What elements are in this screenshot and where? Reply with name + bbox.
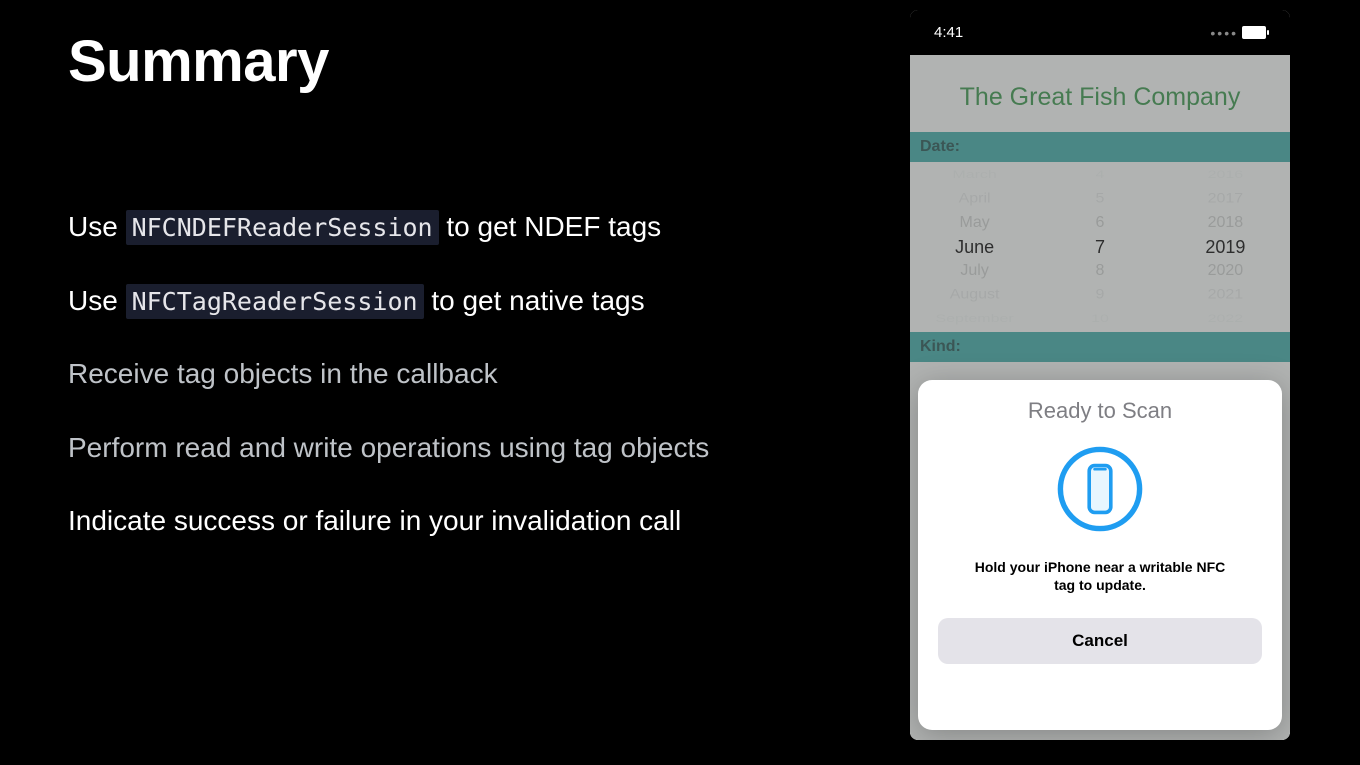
bullet-item: Perform read and write operations using … [68, 431, 868, 465]
signal-dots-icon: •••• [1210, 25, 1238, 41]
picker-col-year[interactable]: 2016 2017 2018 2019 2020 2021 2022 [1163, 162, 1288, 332]
picker-option[interactable]: 2022 [1208, 311, 1244, 328]
picker-option[interactable]: 5 [1096, 189, 1105, 209]
bullet-text: Use [68, 285, 126, 316]
battery-icon [1242, 26, 1266, 39]
picker-col-month[interactable]: March April May June July August Septemb… [912, 162, 1037, 332]
picker-option-selected[interactable]: 7 [1095, 235, 1105, 259]
picker-option-selected[interactable]: 2019 [1205, 235, 1245, 259]
bullet-item: Receive tag objects in the callback [68, 357, 868, 391]
picker-option[interactable]: March [952, 167, 996, 184]
picker-option[interactable]: 2016 [1208, 167, 1244, 184]
picker-option[interactable]: 2020 [1208, 259, 1244, 283]
nfc-scan-sheet: Ready to Scan Hold your iPhone near a wr… [918, 380, 1282, 730]
cancel-button[interactable]: Cancel [938, 618, 1262, 664]
status-time: 4:41 [934, 24, 963, 41]
picker-option[interactable]: 6 [1096, 211, 1105, 235]
bullet-text: to get NDEF tags [439, 211, 662, 242]
picker-option-selected[interactable]: June [955, 235, 994, 259]
picker-option[interactable]: 9 [1096, 285, 1105, 305]
code-span: NFCNDEFReaderSession [126, 210, 439, 245]
bullet-item: Use NFCNDEFReaderSession to get NDEF tag… [68, 210, 868, 244]
section-header-date: Date: [910, 132, 1290, 162]
picker-option[interactable]: July [960, 259, 988, 283]
slide-title: Summary [68, 28, 329, 95]
nfc-sheet-message: Hold your iPhone near a writable NFC tag… [970, 558, 1230, 594]
picker-option[interactable]: 8 [1096, 259, 1105, 283]
nfc-scan-icon [1055, 444, 1145, 534]
bullet-list: Use NFCNDEFReaderSession to get NDEF tag… [68, 210, 868, 578]
nfc-sheet-title: Ready to Scan [1028, 398, 1172, 424]
picker-option[interactable]: September [935, 311, 1013, 328]
bullet-text: Receive tag objects in the callback [68, 358, 498, 389]
bullet-text: Use [68, 211, 126, 242]
picker-option[interactable]: 2021 [1208, 285, 1244, 305]
section-header-kind: Kind: [910, 332, 1290, 362]
picker-option[interactable]: 4 [1096, 167, 1105, 184]
picker-option[interactable]: August [950, 285, 1000, 305]
date-picker[interactable]: March April May June July August Septemb… [910, 162, 1290, 332]
picker-col-day[interactable]: 4 5 6 7 8 9 10 [1037, 162, 1162, 332]
bullet-item: Indicate success or failure in your inva… [68, 504, 868, 538]
picker-option[interactable]: April [959, 189, 991, 209]
bullet-item: Use NFCTagReaderSession to get native ta… [68, 284, 868, 318]
status-bar: 4:41 •••• [910, 10, 1290, 55]
bullet-text: to get native tags [424, 285, 645, 316]
bullet-text: Indicate success or failure in your inva… [68, 505, 681, 536]
picker-option[interactable]: 2017 [1208, 189, 1244, 209]
picker-option[interactable]: May [959, 211, 989, 235]
app-title: The Great Fish Company [910, 55, 1290, 132]
phone-mockup: 4:41 •••• The Great Fish Company Date: M… [910, 10, 1290, 740]
status-right: •••• [1210, 25, 1266, 41]
code-span: NFCTagReaderSession [126, 284, 424, 319]
picker-option[interactable]: 2018 [1208, 211, 1244, 235]
bullet-text: Perform read and write operations using … [68, 432, 709, 463]
picker-option[interactable]: 10 [1091, 311, 1109, 328]
